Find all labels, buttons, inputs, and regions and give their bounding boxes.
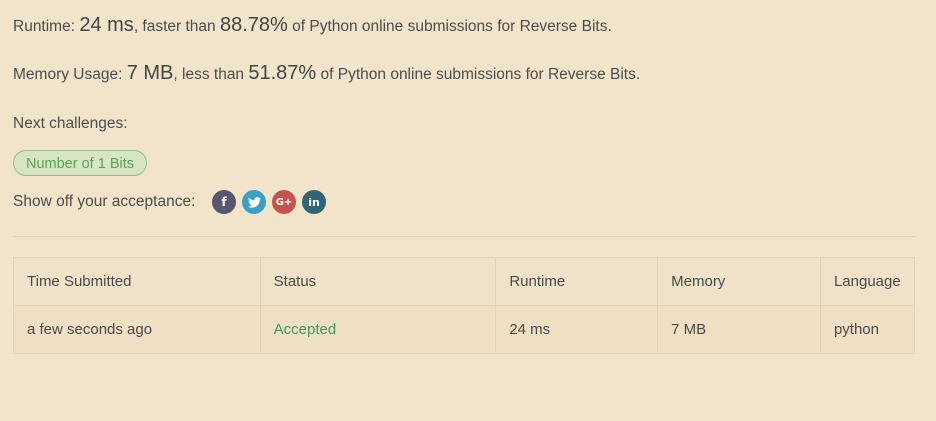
linkedin-icon[interactable]: in xyxy=(302,190,326,214)
runtime-label: Runtime: xyxy=(13,18,76,35)
runtime-tail-text: of Python online submissions for Reverse… xyxy=(287,18,612,35)
cell-time-submitted: a few seconds ago xyxy=(13,305,261,354)
column-header-status[interactable]: Status xyxy=(259,257,497,306)
table-header-row: Time Submitted Status Runtime Memory Lan… xyxy=(13,257,916,306)
share-label: Show off your acceptance: xyxy=(13,193,196,210)
table-row: a few seconds ago Accepted 24 ms 7 MB py… xyxy=(13,305,916,354)
twitter-icon[interactable] xyxy=(242,190,266,214)
facebook-icon[interactable]: f xyxy=(212,190,236,214)
column-header-time-submitted[interactable]: Time Submitted xyxy=(13,257,261,306)
twitter-bird-icon xyxy=(247,196,261,208)
memory-stat: Memory Usage: 7 MB, less than 51.87% of … xyxy=(13,62,640,85)
submissions-table: Time Submitted Status Runtime Memory Lan… xyxy=(13,257,916,354)
share-icons: f G+ in xyxy=(212,190,326,214)
next-challenge-button[interactable]: Number of 1 Bits xyxy=(13,150,147,176)
runtime-percent: 88.78% xyxy=(219,14,288,36)
cell-status: Accepted xyxy=(259,305,497,354)
memory-percent: 51.87% xyxy=(248,62,317,84)
memory-tail-text: of Python online submissions for Reverse… xyxy=(316,66,641,83)
column-header-language[interactable]: Language xyxy=(819,257,916,306)
cell-language: python xyxy=(819,305,916,354)
runtime-stat: Runtime: 24 ms, faster than 88.78% of Py… xyxy=(13,14,612,37)
column-header-runtime[interactable]: Runtime xyxy=(495,257,659,306)
runtime-value: 24 ms xyxy=(79,14,134,36)
cell-memory: 7 MB xyxy=(657,305,821,354)
next-challenges-label: Next challenges: xyxy=(13,115,128,132)
memory-mid-text: , less than xyxy=(173,66,249,83)
memory-label: Memory Usage: xyxy=(13,66,123,83)
google-plus-icon[interactable]: G+ xyxy=(272,190,296,214)
memory-value: 7 MB xyxy=(126,62,174,84)
cell-runtime: 24 ms xyxy=(495,305,659,354)
runtime-mid-text: , faster than xyxy=(133,18,220,35)
column-header-memory[interactable]: Memory xyxy=(657,257,821,306)
section-divider xyxy=(13,236,916,237)
status-accepted-link[interactable]: Accepted xyxy=(274,321,337,338)
